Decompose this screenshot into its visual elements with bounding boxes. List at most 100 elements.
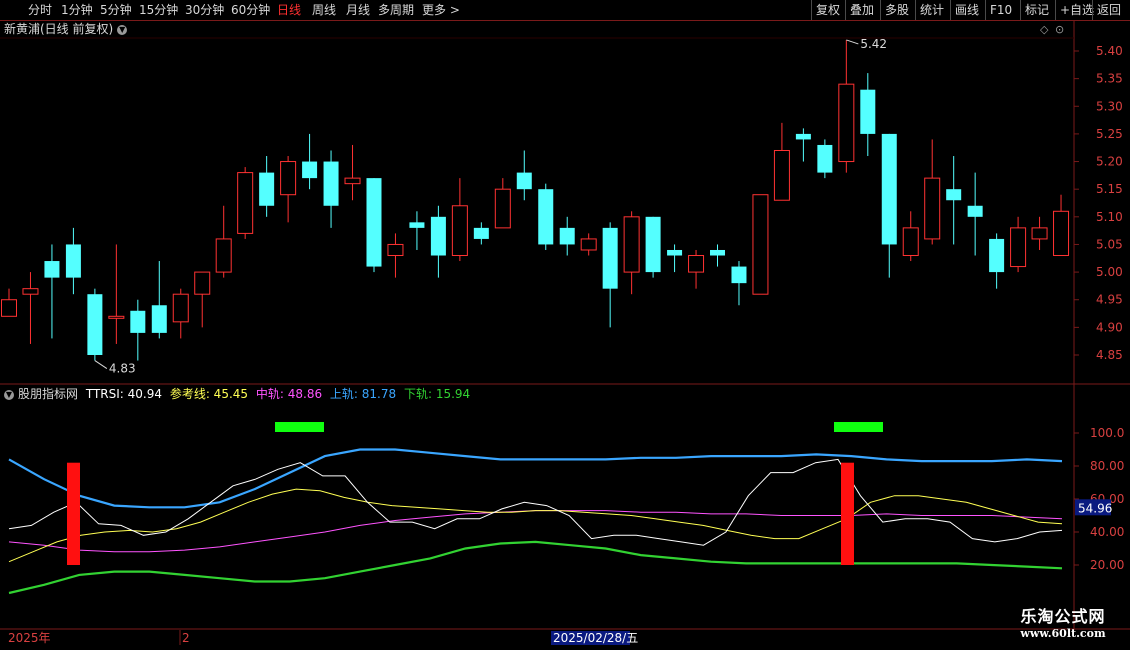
candle-body: [860, 89, 876, 134]
period-3[interactable]: 15分钟: [139, 2, 178, 18]
lower-band-line: [8, 540, 1063, 595]
ttrsi-value: TTRSI: 40.94: [85, 387, 162, 401]
current-value-box: [1075, 499, 1111, 516]
mid-band-line: [8, 510, 1063, 553]
candle-body: [172, 293, 189, 323]
candle-body: [194, 271, 211, 295]
period-8[interactable]: 月线: [346, 2, 370, 18]
candle-body: [1010, 227, 1027, 268]
period-2[interactable]: 5分钟: [100, 2, 132, 18]
price-tick-label: 5.05: [1096, 237, 1123, 251]
candle-body: [151, 305, 167, 333]
period-0[interactable]: 分时: [28, 2, 52, 18]
candle-body: [946, 189, 962, 201]
period-toolbar: 分时 1分钟 5分钟 15分钟 30分钟 60分钟 日线 周线 月线 多周期 更多 > 复权 叠加 多股统…: [0, 0, 1130, 21]
price-tick-label: 4.95: [1096, 293, 1123, 307]
period-6[interactable]: 日线: [277, 2, 301, 18]
price-tick-label: 5.10: [1096, 210, 1123, 224]
toolbar-button-1[interactable]: 叠加: [845, 0, 878, 20]
toolbar-button-3[interactable]: 统计: [915, 0, 948, 20]
chart-canvas[interactable]: ◇ ⊙ 5.42 4.83 5.40 5.35 5.30 5.25 5.20 5.15 5.10…: [0, 0, 1130, 650]
upper-value: 上轨: 81.78: [329, 387, 397, 401]
price-tick-label: 5.15: [1096, 182, 1123, 196]
period-9[interactable]: 多周期: [378, 2, 414, 18]
candle-body: [237, 172, 254, 234]
candle-body: [323, 161, 339, 206]
candle-body: [1031, 227, 1048, 240]
period-7[interactable]: 周线: [312, 2, 336, 18]
candle-body: [215, 238, 232, 273]
candle-body: [87, 294, 103, 355]
period-4[interactable]: 30分钟: [185, 2, 224, 18]
year-label: 2025年: [8, 631, 51, 645]
candle-body: [795, 133, 811, 140]
candle-body: [902, 227, 919, 257]
upper-band-line: [8, 448, 1063, 509]
toolbar-button-6[interactable]: 标记: [1020, 0, 1053, 20]
date-highlight: [551, 631, 630, 645]
candle-body: [259, 172, 275, 206]
chevron-down-icon[interactable]: ▼: [117, 24, 128, 35]
toolbar-button-5[interactable]: F10: [985, 0, 1016, 20]
candle-body: [817, 144, 833, 173]
toolbar-button-4[interactable]: 画线: [950, 0, 983, 20]
price-tick-label: 5.30: [1096, 99, 1123, 113]
toolbar-button-2[interactable]: 多股: [880, 0, 913, 20]
toolbar-button-8[interactable]: 返回: [1092, 0, 1125, 20]
sell-signal-bar: [834, 422, 883, 432]
indicator-tick-label: 100.0: [1090, 426, 1124, 440]
toolbar-button-0[interactable]: 复权: [811, 0, 844, 20]
mid-value: 中轨: 48.86: [255, 387, 323, 401]
price-tick-label: 4.85: [1096, 348, 1123, 362]
chart-title-bar: 新黄浦(日线 前复权) ▼: [4, 21, 128, 37]
sell-signal-bar: [275, 422, 324, 432]
indicator-tick-label: 20.00: [1090, 558, 1124, 572]
candle-body: [688, 255, 705, 273]
candle-body: [710, 249, 726, 256]
settings-icon: ⊙: [1055, 23, 1064, 36]
chevron-down-icon[interactable]: ▼: [4, 389, 14, 400]
diamond-icon: ◇: [1040, 23, 1049, 36]
price-tick-label: 5.40: [1096, 44, 1123, 58]
price-tick-label: 4.90: [1096, 320, 1123, 334]
candle-body: [967, 205, 983, 217]
high-label: 5.42: [860, 37, 887, 51]
candle-body: [430, 216, 446, 256]
candle-body: [366, 178, 382, 267]
period-1[interactable]: 1分钟: [61, 2, 93, 18]
current-value-label: 54.96: [1078, 501, 1112, 515]
candle-body: [645, 216, 661, 273]
candle-body: [667, 249, 683, 256]
candle-body: [344, 177, 361, 185]
period-5[interactable]: 60分钟: [231, 2, 270, 18]
candle-body: [516, 172, 532, 190]
indicator-tick-label: 80.00: [1090, 459, 1124, 473]
watermark-title: 乐淘公式网: [1020, 607, 1106, 626]
month-label: 2: [182, 631, 190, 645]
candle-body: [108, 315, 125, 319]
low-pointer: [94, 360, 108, 369]
price-tick-label: 5.25: [1096, 127, 1123, 141]
low-label: 4.83: [109, 362, 136, 376]
candle-body: [280, 161, 297, 196]
lower-value: 下轨: 15.94: [403, 387, 471, 401]
candle-body: [623, 216, 640, 273]
buy-signal-bar: [841, 462, 854, 565]
candle-body: [559, 227, 575, 245]
candle-body: [752, 194, 769, 295]
candle-body: [881, 133, 897, 245]
price-tick-label: 5.20: [1096, 155, 1123, 169]
watermark: 乐淘公式网 www.60lt.com: [1000, 603, 1126, 640]
candle-body: [1, 299, 17, 317]
candle-body: [924, 177, 941, 240]
ttrsi-line: [8, 458, 1063, 546]
price-tick-label: 5.00: [1096, 265, 1123, 279]
candle-body: [773, 149, 790, 201]
ref-value: 参考线: 45.45: [169, 387, 249, 401]
candle-body: [538, 189, 554, 245]
candle-body: [1053, 210, 1070, 257]
candle-body: [494, 188, 511, 229]
period-10[interactable]: 更多 >: [422, 2, 460, 18]
chart-title: 新黄浦(日线 前复权): [4, 22, 114, 36]
date-label: 2025/02/28/五: [553, 631, 638, 645]
